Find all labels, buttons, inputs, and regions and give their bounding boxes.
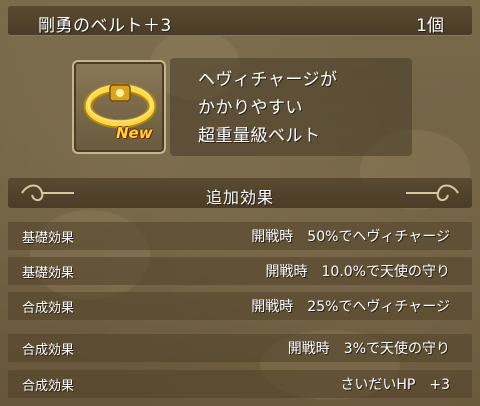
effect-type: 基礎効果	[22, 266, 75, 281]
effect-row: 合成効果 さいだいHP +3	[8, 370, 472, 398]
item-name: 剛勇のベルト＋3	[38, 16, 172, 36]
item-header: 剛勇のベルト＋3 1個	[8, 6, 472, 36]
item-description: ヘヴィチャージが かかりやすい 超重量級ベルト	[170, 58, 412, 156]
description-line: かかりやすい	[198, 98, 303, 118]
effects-title: 追加効果	[205, 188, 274, 207]
effect-value: 開戦時 10.0%で天使の守り	[265, 264, 450, 280]
effect-type: 合成効果	[22, 301, 75, 316]
description-line: ヘヴィチャージが	[198, 70, 338, 90]
new-badge: New	[116, 124, 153, 142]
description-line: 超重量級ベルト	[198, 126, 321, 146]
effect-row: 合成効果 開戦時 3%で天使の守り	[8, 334, 472, 362]
effect-row: 合成効果 開戦時 25%でヘヴィチャージ	[8, 292, 472, 320]
effect-row: 基礎効果 開戦時 10.0%で天使の守り	[8, 257, 472, 285]
effects-header: 追加効果	[8, 178, 472, 208]
effect-type: 基礎効果	[22, 231, 75, 246]
effect-type: 合成効果	[22, 379, 75, 394]
effect-value: さいだいHP +3	[340, 377, 450, 393]
effect-value: 開戦時 25%でヘヴィチャージ	[251, 299, 450, 315]
effect-value: 開戦時 3%で天使の守り	[287, 341, 450, 357]
item-count: 1個	[416, 16, 444, 36]
item-detail-panel: 剛勇のベルト＋3 1個 New ヘヴィチャージが かかりやすい 超重量級ベルト …	[0, 0, 480, 406]
effect-row: 基礎効果 開戦時 50%でヘヴィチャージ	[8, 222, 472, 250]
effect-value: 開戦時 50%でヘヴィチャージ	[251, 229, 450, 245]
item-icon-frame[interactable]: New	[72, 60, 166, 154]
effect-type: 合成効果	[22, 343, 75, 358]
